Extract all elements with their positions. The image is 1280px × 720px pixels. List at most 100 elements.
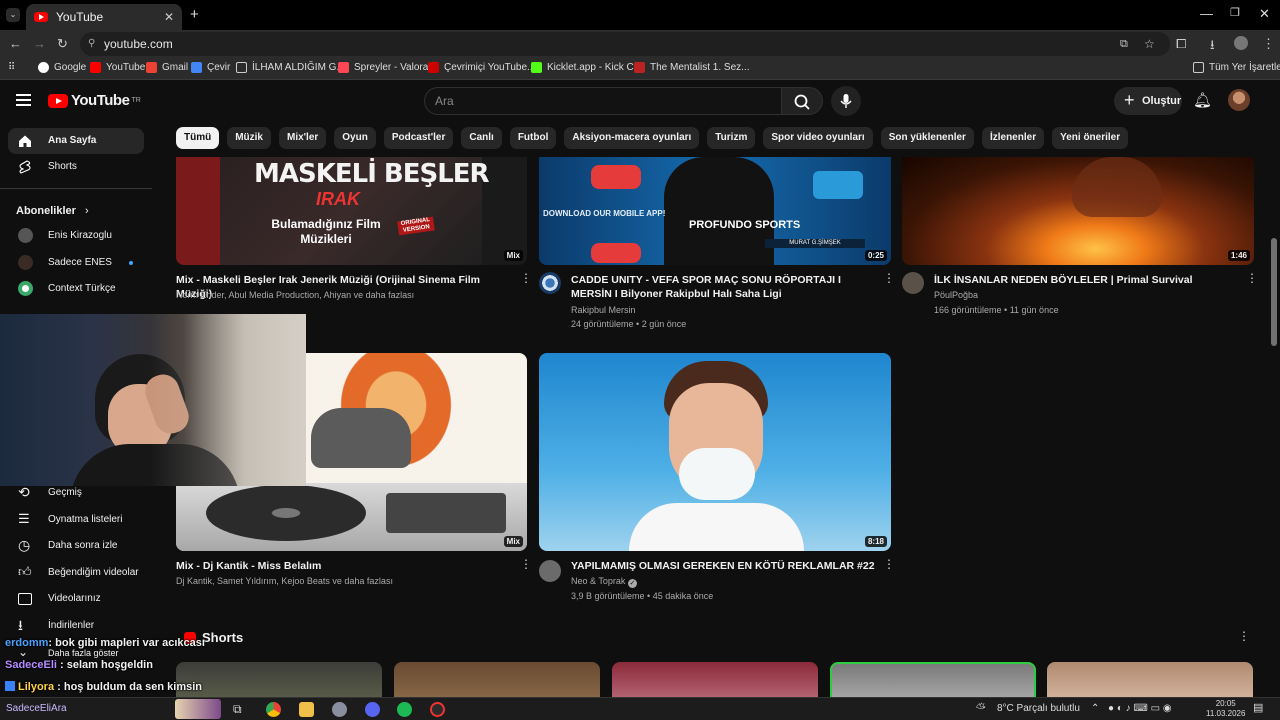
chip-sports-games[interactable]: Spor video oyunları [763, 127, 873, 149]
short-thumbnail[interactable] [1047, 662, 1253, 702]
task-view-icon[interactable]: ⧉ [233, 702, 248, 717]
bookmark-gmail[interactable]: Gmail [146, 62, 188, 73]
video-title[interactable]: Mix - Dj Kantik - Miss Belalım [176, 559, 511, 573]
window-close-icon[interactable]: ✕ [1259, 6, 1270, 22]
avatar[interactable] [1228, 89, 1250, 111]
video-channel[interactable]: Dj Kantik, Samet Yıldırım, Kejoo Beats v… [176, 574, 393, 588]
sidebar-item-your-videos[interactable]: Videolarınız [8, 586, 144, 612]
video-menu-icon[interactable]: ⋮ [1246, 272, 1258, 284]
video-channel[interactable]: Norm Ender, Abul Media Production, Ahiya… [176, 288, 414, 302]
channel-avatar[interactable] [539, 560, 561, 582]
video-thumbnail[interactable]: PROFUNDO SPORTS DOWNLOAD OUR MOBILE APP!… [539, 157, 891, 265]
subscriptions-heading[interactable]: Abonelikler › [16, 205, 89, 217]
chip-mixes[interactable]: Mix'ler [279, 127, 327, 149]
video-title[interactable]: YAPILMAMIŞ OLMASI GEREKEN EN KÖTÜ REKLAM… [571, 559, 876, 573]
file-explorer-icon[interactable] [299, 702, 314, 717]
channel-avatar[interactable] [902, 272, 924, 294]
sidebar-sub-context[interactable]: Context Türkçe [8, 276, 144, 302]
sidebar-item-downloads[interactable]: ⭳ İndirilenler [8, 613, 144, 639]
sidebar-sub-sadece-enes[interactable]: Sadece ENES [8, 250, 144, 276]
extensions-icon[interactable]: ⧠ [1176, 36, 1186, 52]
chrome-taskbar-icon[interactable] [266, 702, 281, 717]
page-scrollbar[interactable] [1271, 238, 1277, 346]
tab-search-icon[interactable]: ⌄ [6, 8, 20, 22]
video-thumbnail[interactable]: 8:18 [539, 353, 891, 551]
sidebar-item-watch-later[interactable]: ◷ Daha sonra izle [8, 533, 144, 559]
address-bar[interactable]: ⚲ youtube.com ⧉ ☆ [80, 32, 1170, 56]
shorts-menu-icon[interactable]: ⋮ [1238, 630, 1250, 642]
discord-icon[interactable] [365, 702, 380, 717]
chip-music[interactable]: Müzik [227, 127, 271, 149]
chip-action-adventure[interactable]: Aksiyon-macera oyunları [564, 127, 700, 149]
chip-football[interactable]: Futbol [509, 127, 557, 149]
clock[interactable]: 20:05 11.03.2026 [1206, 699, 1245, 719]
minimize-icon[interactable]: — [1200, 6, 1213, 21]
spotify-icon[interactable] [397, 702, 412, 717]
bookmark-google[interactable]: Google [38, 62, 86, 73]
sidebar-item-liked[interactable]: 👍︎ Beğendiğim videolar [8, 560, 144, 586]
video-thumbnail[interactable]: 1:46 [902, 157, 1254, 265]
video-menu-icon[interactable]: ⋮ [883, 558, 895, 570]
create-button[interactable]: Oluştur [1114, 86, 1182, 115]
youtube-logo[interactable]: YouTube TR [48, 92, 141, 109]
bookmark-kicklet[interactable]: Kicklet.app - Kick C... [531, 62, 642, 73]
profile-icon[interactable] [1234, 36, 1248, 50]
site-info-icon[interactable]: ⚲ [88, 32, 95, 56]
bookmark-folder[interactable]: İLHAM ALDIĞIM G... [236, 62, 345, 73]
search-input[interactable]: Ara [424, 87, 782, 115]
voice-search-button[interactable] [831, 86, 861, 116]
bookmark-mentalist[interactable]: The Mentalist 1. Sez... [634, 62, 750, 73]
tab-youtube[interactable]: YouTube ✕ [26, 4, 182, 30]
chip-all[interactable]: Tümü [176, 127, 220, 149]
tray-app-icons[interactable]: ● ◐ ♪ ⌨ ▭ ◉ [1108, 703, 1172, 714]
video-menu-icon[interactable]: ⋮ [883, 272, 895, 284]
sidebar-item-home[interactable]: Ana Sayfa [8, 128, 144, 154]
chip-tourism[interactable]: Turizm [707, 127, 756, 149]
chip-gaming[interactable]: Oyun [334, 127, 376, 149]
sidebar-item-playlists[interactable]: ☰ Oynatma listeleri [8, 507, 144, 533]
video-channel[interactable]: Neo & Toprak ✓ [571, 574, 637, 588]
tab-close-icon[interactable]: ✕ [164, 10, 174, 24]
chip-recently-uploaded[interactable]: Son yüklenenler [880, 127, 974, 149]
search-button[interactable] [781, 87, 823, 115]
video-menu-icon[interactable]: ⋮ [520, 558, 532, 570]
cast-icon[interactable]: ⧉ [1120, 32, 1128, 56]
apps-icon[interactable]: ⠿ [8, 62, 15, 73]
notification-icon[interactable]: ▤ [1253, 701, 1263, 714]
short-thumbnail[interactable] [176, 662, 382, 702]
download-icon[interactable]: ⭳ [1210, 36, 1215, 58]
video-title[interactable]: İLK İNSANLAR NEDEN BÖYLELER | Primal Sur… [934, 273, 1239, 287]
chip-new-to-you[interactable]: Yeni öneriler [1052, 127, 1129, 149]
menu-dots-icon[interactable]: ⋮ [1262, 36, 1275, 52]
chip-podcasts[interactable]: Podcast'ler [383, 127, 454, 149]
sidebar-item-shorts[interactable]: Shorts [8, 154, 144, 180]
short-thumbnail[interactable] [394, 662, 600, 702]
obs-icon[interactable] [430, 702, 445, 717]
new-tab-button[interactable]: + [190, 6, 199, 23]
video-channel[interactable]: Rakipbul Mersin [571, 303, 636, 317]
back-icon[interactable]: ← [9, 36, 22, 51]
all-bookmarks[interactable]: Tüm Yer İşaretleri [1193, 62, 1280, 73]
app-icon[interactable] [332, 702, 347, 717]
reload-icon[interactable]: ↻ [57, 36, 68, 52]
chip-live[interactable]: Canlı [461, 127, 502, 149]
tray-overflow-icon[interactable]: ⌃ [1091, 703, 1099, 714]
sidebar-sub-enis[interactable]: Enis Kirazoglu [8, 223, 144, 249]
weather-text[interactable]: 8°C Parçalı bulutlu [997, 703, 1080, 714]
maximize-icon[interactable]: ❐ [1230, 6, 1240, 19]
short-thumbnail[interactable] [830, 662, 1036, 702]
bookmark-youtube[interactable]: YouTube [90, 62, 145, 73]
bookmark-youtube-online[interactable]: Çevrimiçi YouTube... [428, 62, 535, 73]
bookmark-star-icon[interactable]: ☆ [1144, 32, 1155, 56]
video-channel[interactable]: PöulPoğba [934, 288, 978, 302]
forward-icon[interactable]: → [33, 36, 46, 51]
bookmark-valorant[interactable]: Spreyler - Valorant [338, 62, 437, 73]
bookmark-translate[interactable]: Çevir [191, 62, 230, 73]
video-title[interactable]: CADDE UNITY - VEFA SPOR MAÇ SONU RÖPORTA… [571, 273, 876, 301]
taskbar-search[interactable]: SadeceEliAra [6, 703, 67, 714]
video-menu-icon[interactable]: ⋮ [520, 272, 532, 284]
menu-icon[interactable] [16, 94, 31, 106]
video-thumbnail[interactable]: MASKELİ BEŞLER IRAK Bulamadığınız Film M… [176, 157, 527, 265]
notifications-bell-icon[interactable]: 🔔︎ [1193, 91, 1212, 109]
chip-watched[interactable]: İzlenenler [981, 127, 1045, 149]
